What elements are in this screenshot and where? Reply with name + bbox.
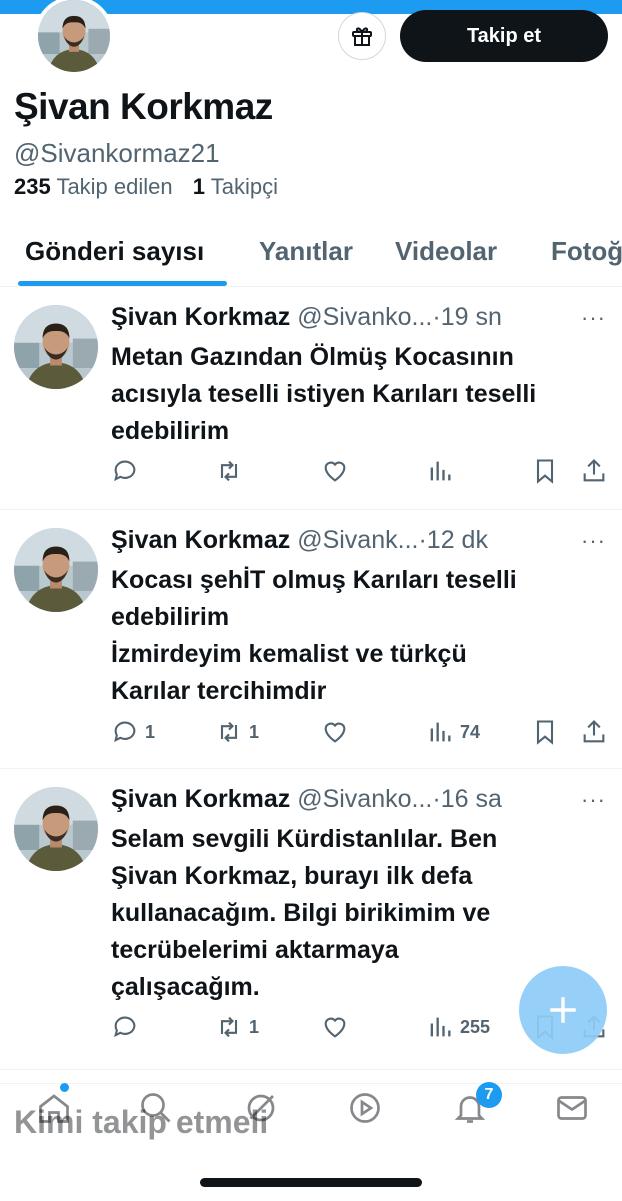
analytics-icon <box>430 722 451 742</box>
tweet-time[interactable]: 12 dk <box>427 526 488 554</box>
tab-replies[interactable]: Yanıtlar <box>259 236 353 267</box>
tab-videos[interactable]: Videolar <box>395 236 497 267</box>
analytics-icon <box>430 461 451 481</box>
like-button[interactable] <box>321 718 349 746</box>
repost-button[interactable]: 1 <box>215 718 259 746</box>
tweet-author-handle[interactable]: @Sivank... <box>297 526 418 554</box>
tweet-text: Kocası şehİT olmuş Karıları teselli edeb… <box>111 566 517 705</box>
share-button[interactable] <box>580 718 608 746</box>
tweet-time[interactable]: 19 sn <box>441 303 502 331</box>
heart-icon <box>324 461 346 482</box>
nav-video[interactable] <box>347 1090 383 1126</box>
separator-dot: · <box>432 785 441 813</box>
home-indicator <box>200 1178 422 1187</box>
gift-icon <box>352 27 372 46</box>
active-tab-indicator <box>18 281 227 286</box>
tweet-avatar[interactable] <box>14 787 98 871</box>
followers-link[interactable]: 1 Takipçi <box>193 174 278 199</box>
separator-dot: · <box>418 526 427 554</box>
profile-avatar[interactable] <box>34 0 114 76</box>
follow-button[interactable]: Takip et <box>400 10 608 62</box>
bookmark-button[interactable] <box>531 457 559 485</box>
bookmark-icon <box>536 720 554 745</box>
plus-icon <box>550 997 576 1023</box>
more-options-icon[interactable]: ··· <box>581 787 606 813</box>
gift-button[interactable] <box>338 12 386 60</box>
share-button[interactable] <box>580 457 608 485</box>
tweet-author-handle[interactable]: @Sivanko... <box>297 785 432 813</box>
analytics-icon <box>430 1017 451 1037</box>
compose-button[interactable] <box>519 966 607 1054</box>
views-button[interactable]: 74 <box>426 718 480 746</box>
tab-photos[interactable]: Fotoğ <box>551 236 622 267</box>
repost-icon <box>220 1016 238 1038</box>
bookmark-button[interactable] <box>531 718 559 746</box>
reply-button[interactable] <box>111 457 145 485</box>
notification-badge: 7 <box>476 1082 502 1108</box>
following-link[interactable]: 235 Takip edilen <box>14 174 173 199</box>
reply-count: 1 <box>145 721 156 742</box>
tweet[interactable]: Şivan Korkmaz @Sivank...·12 dk ··· Kocas… <box>0 510 622 769</box>
reply-button[interactable] <box>111 1013 145 1041</box>
repost-count: 1 <box>249 721 260 742</box>
like-button[interactable] <box>321 1013 349 1041</box>
more-options-icon[interactable]: ··· <box>581 305 606 331</box>
tab-posts[interactable]: Gönderi sayısı <box>25 236 204 267</box>
tweet-author-name[interactable]: Şivan Korkmaz <box>111 526 290 554</box>
tweet-header: Şivan Korkmaz @Sivank...·12 dk <box>111 526 488 555</box>
view-count: 255 <box>460 1016 491 1037</box>
repost-button[interactable] <box>215 457 249 485</box>
tweet[interactable]: Şivan Korkmaz @Sivanko...·19 sn ··· Meta… <box>0 287 622 510</box>
profile-name: Şivan Korkmaz <box>14 86 273 127</box>
like-button[interactable] <box>321 457 349 485</box>
reply-icon <box>114 721 136 743</box>
tweet-actions <box>111 457 611 489</box>
profile-handle: @Sivankormaz21 <box>14 138 220 168</box>
tweet-text: Metan Gazından Ölmüş Kocasının acısıyla … <box>111 343 537 445</box>
separator-dot: · <box>432 303 441 331</box>
reply-button[interactable]: 1 <box>111 718 155 746</box>
share-icon <box>583 459 605 482</box>
bookmark-icon <box>536 459 554 484</box>
reply-icon <box>114 1016 136 1038</box>
tweet-avatar[interactable] <box>14 528 98 612</box>
views-button[interactable]: 255 <box>426 1013 490 1041</box>
views-button[interactable] <box>426 457 460 485</box>
tweet-author-handle[interactable]: @Sivanko... <box>297 303 432 331</box>
home-unread-dot <box>60 1083 69 1092</box>
heart-icon <box>324 722 346 743</box>
heart-icon <box>324 1017 346 1038</box>
repost-icon <box>220 460 238 482</box>
tweet-header: Şivan Korkmaz @Sivanko...·19 sn <box>111 303 502 332</box>
reply-icon <box>114 460 136 482</box>
nav-messages[interactable] <box>554 1090 590 1126</box>
repost-button[interactable]: 1 <box>215 1013 259 1041</box>
repost-icon <box>220 721 238 743</box>
repost-count: 1 <box>249 1016 260 1037</box>
play-icon <box>350 1093 380 1123</box>
view-count: 74 <box>460 721 481 742</box>
profile-tabs: Gönderi sayısı Yanıtlar Videolar Fotoğ <box>0 228 622 287</box>
who-to-follow-heading: Kimi takip etmeli <box>14 1104 269 1140</box>
tweet-author-name[interactable]: Şivan Korkmaz <box>111 785 290 813</box>
tweet-actions: 1 1 74 <box>111 718 611 750</box>
tweet-author-name[interactable]: Şivan Korkmaz <box>111 303 290 331</box>
tweet-time[interactable]: 16 sa <box>441 785 502 813</box>
share-icon <box>583 720 605 743</box>
mail-icon <box>557 1096 587 1120</box>
profile-stats: 235 Takip edilen 1 Takipçi <box>14 174 292 200</box>
more-options-icon[interactable]: ··· <box>581 528 606 554</box>
tweet-header: Şivan Korkmaz @Sivanko...·16 sa <box>111 785 502 814</box>
tweet-avatar[interactable] <box>14 305 98 389</box>
